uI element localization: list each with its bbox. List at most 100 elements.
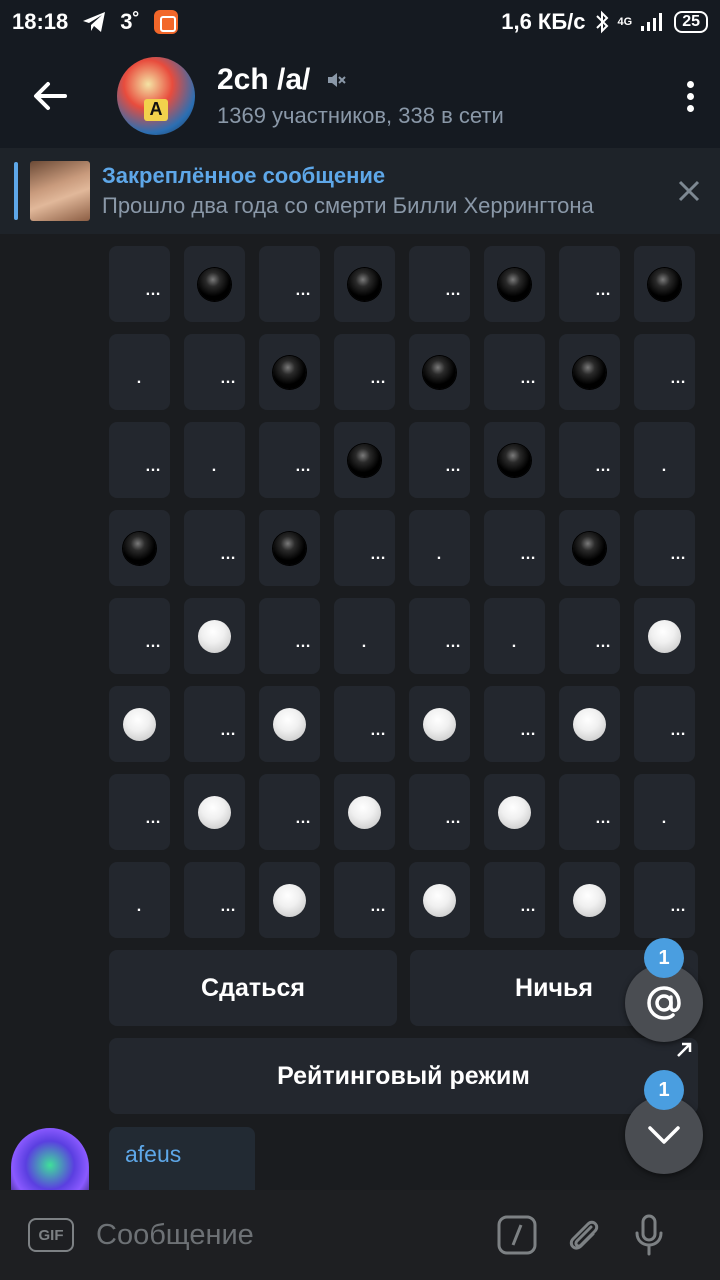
voice-message-button[interactable]: [627, 1213, 671, 1257]
surrender-button[interactable]: Сдаться: [109, 950, 397, 1026]
cell-mark: …: [370, 722, 387, 739]
cell-mark: …: [595, 282, 612, 299]
cell-mark: …: [520, 370, 537, 387]
board-cell[interactable]: [109, 510, 170, 586]
board-cell[interactable]: …: [334, 862, 395, 938]
board-cell[interactable]: [634, 598, 695, 674]
board-cell[interactable]: [184, 598, 245, 674]
cell-mark: .: [661, 458, 668, 475]
pinned-message[interactable]: Закреплённое сообщение Прошло два года с…: [0, 148, 720, 234]
board-cell[interactable]: [334, 246, 395, 322]
board-cell[interactable]: [559, 686, 620, 762]
board-cell[interactable]: …: [409, 246, 470, 322]
board-cell[interactable]: …: [634, 862, 695, 938]
board-cell[interactable]: …: [259, 422, 320, 498]
chat-avatar[interactable]: [117, 57, 195, 135]
gif-button[interactable]: GIF: [28, 1218, 74, 1252]
board-cell[interactable]: …: [334, 686, 395, 762]
cell-mark: .: [211, 458, 218, 475]
board-cell[interactable]: .: [409, 510, 470, 586]
white-piece-icon: [423, 884, 456, 917]
board-cell[interactable]: …: [184, 334, 245, 410]
black-piece-icon: [273, 356, 306, 389]
board-cell[interactable]: .: [109, 334, 170, 410]
board-cell[interactable]: [634, 246, 695, 322]
message-input[interactable]: [96, 1218, 473, 1252]
board-cell[interactable]: [259, 686, 320, 762]
cell-mark: .: [511, 634, 518, 651]
board-cell[interactable]: …: [484, 510, 545, 586]
board-cell[interactable]: [259, 510, 320, 586]
sender-avatar[interactable]: [11, 1128, 89, 1190]
board-cell[interactable]: …: [184, 686, 245, 762]
board-cell[interactable]: …: [484, 686, 545, 762]
board-cell[interactable]: [334, 422, 395, 498]
board-cell[interactable]: …: [484, 334, 545, 410]
board-cell[interactable]: …: [334, 510, 395, 586]
board-cell[interactable]: [409, 334, 470, 410]
black-piece-icon: [273, 532, 306, 565]
board-cell[interactable]: [259, 862, 320, 938]
cell-mark: …: [595, 458, 612, 475]
board-cell[interactable]: [484, 422, 545, 498]
board-cell[interactable]: …: [559, 774, 620, 850]
board-cell[interactable]: …: [409, 598, 470, 674]
board-cell[interactable]: …: [259, 598, 320, 674]
board-cell[interactable]: …: [109, 598, 170, 674]
board-cell[interactable]: …: [184, 510, 245, 586]
more-menu-button[interactable]: [660, 80, 720, 112]
board-cell[interactable]: [184, 246, 245, 322]
cell-mark: …: [145, 458, 162, 475]
board-cell[interactable]: …: [559, 246, 620, 322]
board-cell[interactable]: .: [184, 422, 245, 498]
slash-command-icon: [497, 1215, 537, 1255]
board-cell[interactable]: …: [259, 774, 320, 850]
board-cell[interactable]: …: [634, 510, 695, 586]
cell-mark: …: [145, 634, 162, 651]
board-cell[interactable]: …: [109, 774, 170, 850]
bot-commands-button[interactable]: [495, 1213, 539, 1257]
board-cell[interactable]: .: [484, 598, 545, 674]
black-piece-icon: [123, 532, 156, 565]
board-cell[interactable]: .: [634, 422, 695, 498]
pinned-title: Закреплённое сообщение: [102, 163, 386, 188]
back-button[interactable]: [0, 44, 100, 148]
board-cell[interactable]: .: [109, 862, 170, 938]
attach-button[interactable]: [561, 1213, 605, 1257]
board-cell[interactable]: [259, 334, 320, 410]
chat-title-block[interactable]: 2ch /a/ 1369 участников, 338 в сети: [217, 63, 504, 129]
board-cell[interactable]: [559, 334, 620, 410]
rating-mode-button[interactable]: Рейтинговый режим: [109, 1038, 698, 1114]
board-cell[interactable]: [184, 774, 245, 850]
board-cell[interactable]: [409, 862, 470, 938]
board-cell[interactable]: …: [409, 774, 470, 850]
board-cell[interactable]: …: [409, 422, 470, 498]
board-cell[interactable]: …: [334, 334, 395, 410]
pinned-close-button[interactable]: [674, 176, 704, 206]
expand-arrow-icon: [677, 1042, 692, 1057]
board-cell[interactable]: …: [634, 686, 695, 762]
board-cell[interactable]: [484, 246, 545, 322]
board-cell[interactable]: [484, 774, 545, 850]
board-cell[interactable]: …: [634, 334, 695, 410]
board-cell[interactable]: [409, 686, 470, 762]
cell-mark: …: [220, 722, 237, 739]
board-cell[interactable]: …: [559, 422, 620, 498]
board-cell[interactable]: …: [109, 422, 170, 498]
board-cell[interactable]: …: [259, 246, 320, 322]
board-cell[interactable]: [109, 686, 170, 762]
board-cell[interactable]: …: [184, 862, 245, 938]
white-piece-icon: [648, 620, 681, 653]
board-cell[interactable]: .: [634, 774, 695, 850]
board-cell[interactable]: …: [109, 246, 170, 322]
board-cell[interactable]: .: [334, 598, 395, 674]
board-cell[interactable]: [559, 510, 620, 586]
board-cell[interactable]: [334, 774, 395, 850]
cell-mark: …: [595, 634, 612, 651]
board-cell[interactable]: [559, 862, 620, 938]
board-cell[interactable]: …: [559, 598, 620, 674]
at-sign-icon: [647, 986, 681, 1020]
message-bubble[interactable]: afeus: [109, 1127, 255, 1190]
message-author[interactable]: afeus: [125, 1141, 239, 1168]
board-cell[interactable]: …: [484, 862, 545, 938]
